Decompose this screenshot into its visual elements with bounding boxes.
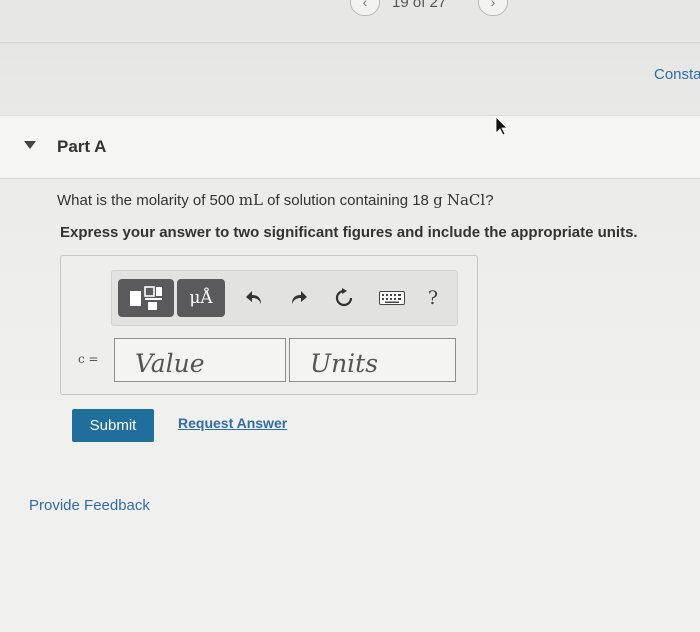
question-text-part: of solution containing 18 (262, 192, 434, 209)
help-icon: ? (427, 287, 439, 309)
keyboard-icon (379, 291, 405, 305)
formula-nacl: NaCl (446, 191, 486, 209)
submit-button[interactable]: Submit (72, 409, 154, 442)
templates-icon (130, 286, 162, 310)
chevron-right-icon: › (490, 0, 496, 10)
help-button[interactable]: ? (418, 279, 448, 317)
request-answer-link[interactable]: Request Answer (178, 415, 287, 431)
part-title[interactable]: Part A (57, 137, 106, 157)
templates-button[interactable] (118, 279, 174, 317)
constants-link[interactable]: Consta (654, 66, 700, 83)
pager-label: 19 of 27 (392, 0, 447, 11)
reset-button[interactable] (329, 279, 359, 317)
reset-icon (335, 288, 353, 307)
question-text-part: What is the molarity of 500 (57, 192, 239, 209)
mouse-cursor-icon (495, 116, 508, 136)
value-input[interactable] (114, 338, 286, 382)
undo-icon (246, 291, 261, 304)
chevron-left-icon: ‹ (362, 0, 368, 10)
variable-label: c = (78, 352, 99, 366)
undo-button[interactable] (240, 279, 270, 317)
units-button[interactable]: μÅ (177, 279, 225, 317)
question-text: What is the molarity of 500 mL of soluti… (57, 191, 494, 209)
instruction-text: Express your answer to two significant f… (60, 224, 638, 241)
redo-icon (292, 291, 307, 304)
keyboard-button[interactable] (375, 279, 409, 317)
question-text-part: ? (485, 192, 494, 209)
unit-g: g (433, 191, 443, 209)
units-input[interactable] (289, 338, 456, 382)
redo-button[interactable] (283, 279, 313, 317)
unit-ml: mL (238, 191, 263, 209)
caret-down-icon[interactable] (24, 141, 36, 149)
provide-feedback-link[interactable]: Provide Feedback (29, 497, 150, 514)
